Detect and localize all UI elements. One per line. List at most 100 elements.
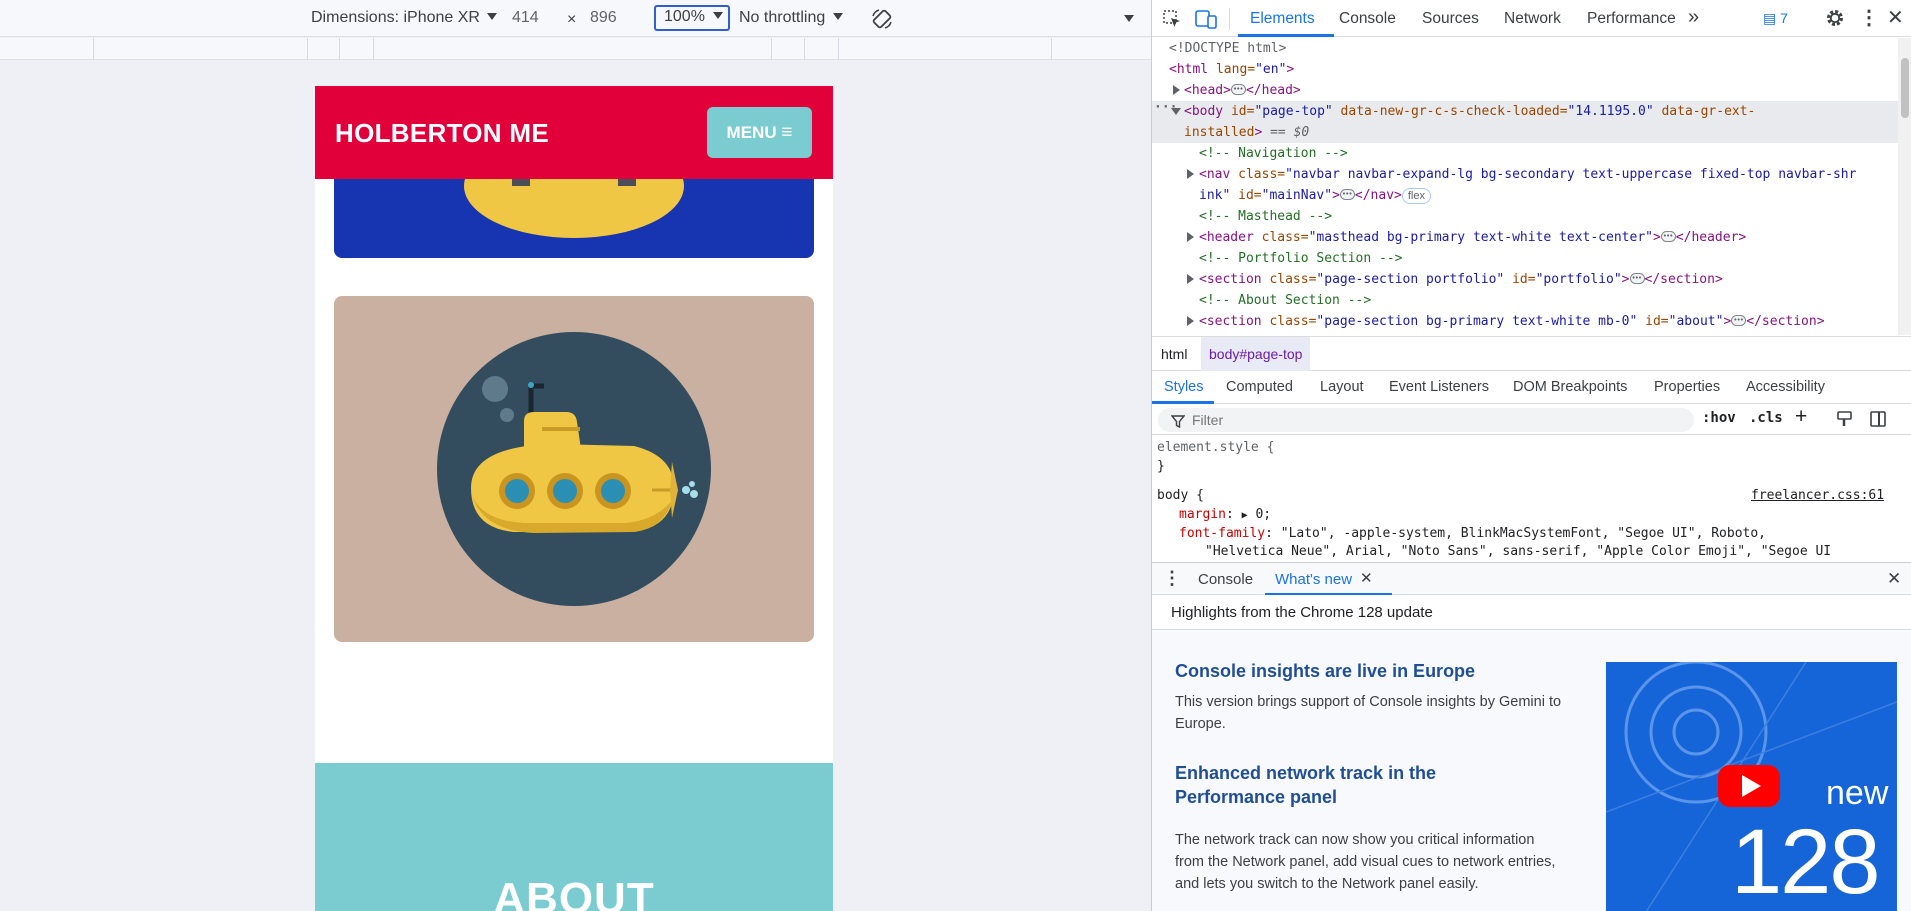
issues-icon: ▤ [1763,10,1777,26]
margin-declaration[interactable]: margin: ▶ 0; [1179,505,1271,524]
styles-filter-input[interactable] [1158,408,1694,432]
tab-event-listeners[interactable]: Event Listeners [1389,379,1489,395]
filter-icon [1171,415,1185,428]
more-tabs-icon[interactable]: » [1688,6,1699,29]
dom-portfolio-section-node[interactable]: <section class="page-section portfolio" … [1199,268,1723,290]
tab-network[interactable]: Network [1504,10,1561,28]
drawer-tab-console[interactable]: Console [1198,571,1253,588]
whats-new-body: Console insights are live in Europe This… [1152,630,1911,911]
device-toolbar-toggle-icon[interactable] [1195,9,1217,29]
dom-header-node[interactable]: <header class="masthead bg-primary text-… [1199,226,1746,248]
tab-performance[interactable]: Performance [1587,10,1676,28]
expand-arrow-icon[interactable] [1187,232,1194,242]
close-drawer-icon[interactable]: ✕ [1887,569,1901,589]
devtools-main-tabs: Elements Console Sources Network Perform… [1152,0,1911,37]
tab-properties[interactable]: Properties [1654,379,1720,395]
close-tab-icon[interactable]: ✕ [1360,569,1373,587]
whats-new-paragraph-1: This version brings support of Console i… [1175,694,1562,732]
styles-pane: element.style { } body { freelancer.css:… [1152,435,1911,562]
menu-button[interactable]: MENU ≡ [707,107,812,158]
dom-head-node[interactable]: <head></head> [1184,79,1301,101]
dom-nav-node-cont: ink" id="mainNav"></nav>flex [1199,184,1431,206]
site-navbar: HOLBERTON ME MENU ≡ [315,86,833,179]
styles-filter-bar: :hov .cls + [1152,404,1911,435]
chrome-128-video-thumbnail[interactable]: new 128 [1606,662,1897,911]
tab-accessibility[interactable]: Accessibility [1746,379,1825,395]
media-query-ruler [0,38,1151,60]
paint-brush-icon[interactable] [1836,410,1854,428]
submarine-illustration [437,332,711,606]
element-style-rule[interactable]: element.style { [1157,438,1274,457]
width-input[interactable]: 414 [512,9,539,27]
dimensions-label: Dimensions: iPhone XR [311,9,480,26]
chevron-down-icon [486,13,497,20]
scrollbar-thumb[interactable] [1901,58,1909,118]
dom-comment-masthead: <!-- Masthead --> [1199,209,1333,224]
whats-new-panel: Highlights from the Chrome 128 update Co… [1152,595,1911,911]
tab-styles[interactable]: Styles [1164,379,1204,395]
zoom-dropdown[interactable]: 100% [654,5,730,31]
breadcrumb-html[interactable]: html [1153,337,1195,371]
settings-gear-icon[interactable] [1825,8,1845,28]
dom-html-node[interactable]: <html lang="en"> [1169,59,1294,80]
expand-arrow-icon[interactable] [1187,169,1194,179]
tab-console[interactable]: Console [1339,10,1396,28]
tab-sources[interactable]: Sources [1422,10,1479,28]
more-options-chevron-icon[interactable] [1124,15,1134,22]
tab-elements[interactable]: Elements [1250,10,1315,28]
dom-body-node[interactable]: <body id="page-top" data-new-gr-c-s-chec… [1184,101,1755,122]
drawer-menu-icon[interactable]: ⋮ [1163,568,1181,589]
expand-arrow-icon[interactable] [1187,274,1194,284]
thumbnail-version-text: 128 [1731,811,1880,911]
dom-about-section-node[interactable]: <section class="page-section bg-primary … [1199,310,1825,332]
body-rule-selector[interactable]: body { [1157,486,1204,505]
tab-computed[interactable]: Computed [1226,379,1293,395]
issues-counter[interactable]: ▤ 7 [1763,10,1788,27]
collapse-arrow-icon[interactable] [1171,108,1181,115]
dom-doctype: <!DOCTYPE html> [1169,41,1287,56]
stylesheet-source-link[interactable]: freelancer.css:61 [1751,486,1884,505]
issues-count: 7 [1780,10,1788,26]
hov-toggle[interactable]: :hov [1702,410,1736,426]
dom-comment-about: <!-- About Section --> [1199,293,1372,308]
site-brand[interactable]: HOLBERTON ME [335,118,549,149]
cls-toggle[interactable]: .cls [1749,410,1783,426]
tab-layout[interactable]: Layout [1320,379,1364,395]
breadcrumb-body[interactable]: body#page-top [1201,337,1311,371]
whats-new-heading-1[interactable]: Console insights are live in Europe [1175,659,1545,683]
more-menu-icon[interactable]: ⋮ [1859,5,1879,30]
chevron-down-icon [712,12,723,19]
devtools-panel: Elements Console Sources Network Perform… [1151,0,1911,911]
device-toolbar: Dimensions: iPhone XR 414 × 896 100% No … [0,0,1151,37]
dom-scrollbar[interactable] [1898,38,1911,335]
tab-dom-breakpoints[interactable]: DOM Breakpoints [1513,379,1627,395]
portfolio-item-submarine[interactable] [334,296,814,642]
close-devtools-icon[interactable]: ✕ [1887,5,1904,30]
flex-badge[interactable]: flex [1401,188,1431,204]
font-family-declaration[interactable]: font-family: "Lato", -apple-system, Blin… [1179,524,1766,543]
font-family-declaration-cont: "Helvetica Neue", Arial, "Noto Sans", sa… [1205,544,1832,559]
whats-new-heading-2[interactable]: Enhanced network track in the Performanc… [1175,761,1545,809]
height-input[interactable]: 896 [590,9,617,27]
toggle-sidebar-icon[interactable] [1869,410,1887,428]
dimensions-dropdown[interactable]: Dimensions: iPhone XR [311,9,497,27]
inspect-element-icon[interactable] [1162,9,1182,29]
hamburger-icon: ≡ [781,122,793,143]
menu-label: MENU [726,123,777,142]
throttling-dropdown[interactable]: No throttling [739,9,844,27]
whats-new-highlight: Highlights from the Chrome 128 update [1152,595,1911,630]
rotate-icon[interactable] [870,7,894,31]
new-style-rule-icon[interactable]: + [1795,405,1807,429]
throttling-label: No throttling [739,9,826,26]
chevron-down-icon [833,13,844,20]
expand-arrow-icon[interactable] [1173,85,1180,95]
active-tab-indicator [1238,34,1334,37]
dom-nav-node[interactable]: <nav class="navbar navbar-expand-lg bg-s… [1199,164,1856,185]
device-viewport-area: Dimensions: iPhone XR 414 × 896 100% No … [0,0,1151,911]
rule-close-brace: } [1157,459,1165,474]
zoom-label: 100% [664,8,705,25]
about-section: ABOUT [315,763,833,911]
drawer-tab-whats-new[interactable]: What's new [1275,571,1352,588]
dom-tree: <!DOCTYPE html> <html lang="en"> <head><… [1152,38,1898,335]
expand-arrow-icon[interactable] [1187,316,1194,326]
